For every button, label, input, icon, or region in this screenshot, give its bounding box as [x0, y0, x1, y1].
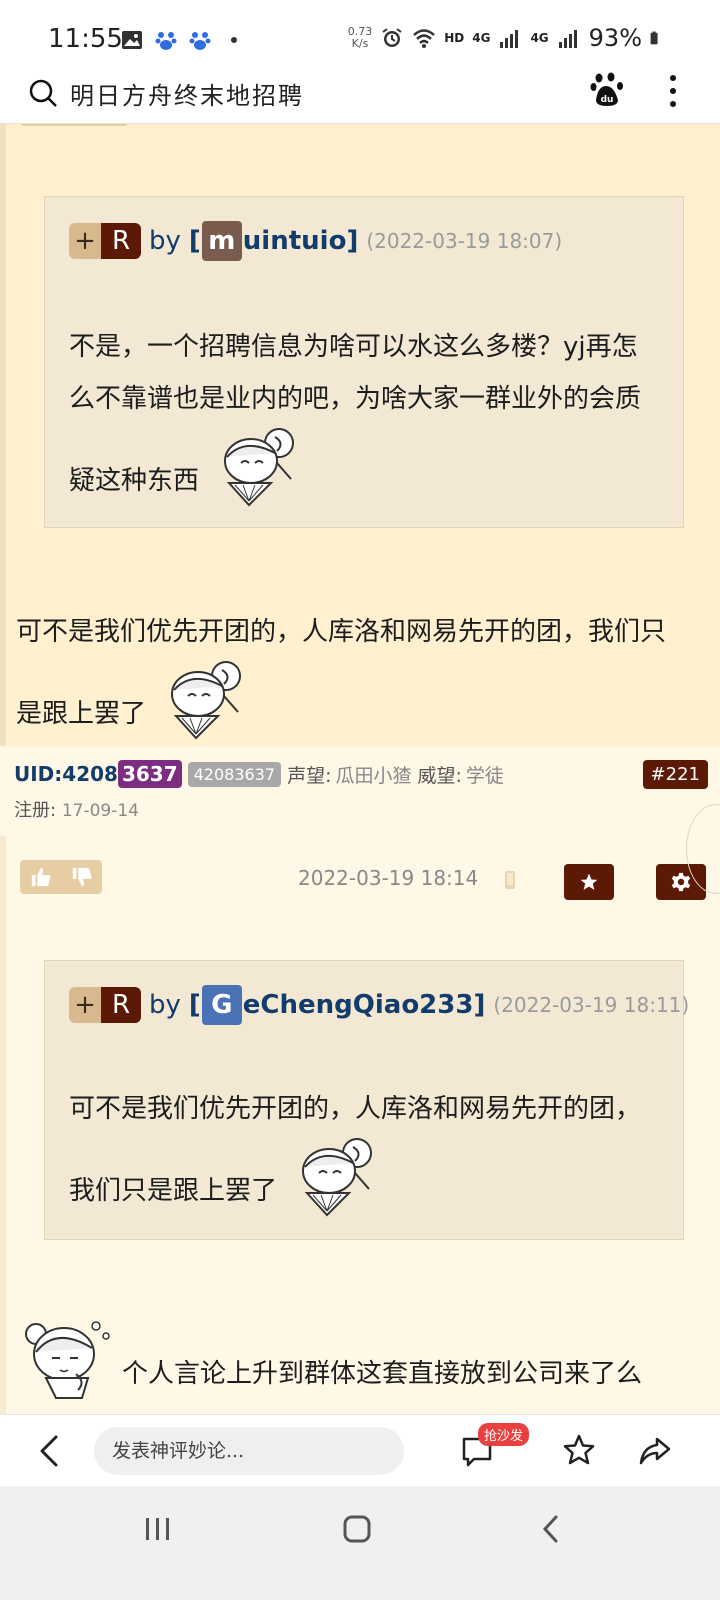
quote-text: 不是，一个招聘信息为啥可以水这么多楼？yj再怎 么不靠谱也是业内的吧，为啥大家一…	[69, 321, 641, 507]
star-icon	[580, 873, 598, 890]
post-date: 2022-03-19 18:14	[298, 866, 479, 890]
quote-r-button[interactable]: R	[101, 987, 141, 1023]
gear-icon	[671, 872, 691, 892]
prestige-value: 学徒	[465, 764, 504, 787]
post-221: 2022-03-19 18:14 + R by [ G eChengQiao23…	[0, 764, 720, 1444]
comment-bar: 发表神评妙论... 抢沙发	[0, 1414, 720, 1486]
mobile-device-icon	[505, 871, 515, 889]
search-header: 明日方舟终末地招聘 du	[0, 60, 720, 124]
battery-icon	[650, 31, 658, 45]
chibi-sticker-icon	[224, 428, 295, 507]
thumb-up-icon[interactable]	[30, 866, 52, 888]
back-arrow-icon[interactable]	[36, 1433, 64, 1469]
vote-box-partial[interactable]	[20, 124, 128, 126]
sofa-badge: 抢沙发	[478, 1423, 530, 1446]
status-time: 11:55	[48, 24, 123, 54]
dot-icon	[231, 37, 237, 43]
chibi-thinking-sticker-icon	[25, 1321, 110, 1399]
wifi-icon	[413, 29, 436, 48]
reputation-label: 声望:	[287, 764, 332, 787]
quote-date: (2022-03-19 18:11)	[493, 993, 690, 1017]
hd-label: HD	[444, 31, 465, 45]
quote-by-label: by	[149, 226, 181, 256]
quote-r-button[interactable]: R	[101, 223, 141, 259]
quote-date: (2022-03-19 18:07)	[366, 229, 563, 253]
previous-controls-partial	[6, 124, 720, 134]
thread-content[interactable]: + R by [ m uintuio ] (2022-03-19 18:07) …	[0, 124, 720, 1444]
quote-block: + R by [ m uintuio ] (2022-03-19 18:07) …	[44, 196, 684, 528]
uid-label[interactable]: UID:4208	[14, 762, 118, 786]
uid-line: UID:4208 3637 42083637 声望: 瓜田小猹 威望: 学徒	[14, 760, 504, 788]
quote-username[interactable]: [ m uintuio ]	[189, 221, 358, 261]
quote-plus-button[interactable]: +	[69, 987, 101, 1023]
quote-by-label: by	[149, 990, 181, 1020]
search-icon[interactable]	[28, 78, 58, 108]
favorite-button[interactable]	[564, 864, 614, 900]
uid-highlight[interactable]: 3637	[117, 760, 182, 788]
system-nav-bar	[0, 1486, 720, 1600]
search-query[interactable]: 明日方舟终末地招聘	[70, 76, 304, 111]
signal-icon	[558, 30, 577, 48]
user-meta-row: UID:4208 3637 42083637 声望: 瓜田小猹 威望: 学徒 #…	[0, 746, 720, 836]
quote-block: + R by [ G eChengQiao233 ] (2022-03-19 1…	[44, 960, 689, 1240]
recent-apps-icon[interactable]	[144, 1516, 172, 1542]
net-speed: 0.73 K/s	[347, 25, 373, 50]
star-icon[interactable]	[562, 1433, 596, 1467]
uid-badge: 42083637	[187, 761, 282, 787]
register-line: 注册: 17-09-14	[14, 800, 139, 821]
chibi-sticker-icon	[171, 661, 242, 740]
quote-text: 可不是我们优先开团的，人库洛和网易先开的团， 我们只是跟上罢了	[69, 1083, 641, 1217]
more-vertical-icon[interactable]	[668, 74, 678, 108]
post-220: + R by [ m uintuio ] (2022-03-19 18:07) …	[0, 124, 720, 764]
share-icon[interactable]	[638, 1433, 672, 1467]
comment-input[interactable]: 发表神评妙论...	[94, 1427, 404, 1475]
quote-plus-button[interactable]: +	[69, 223, 101, 259]
avatar: m	[201, 221, 242, 261]
status-right: 0.73 K/s HD 4G 4G 93%	[348, 24, 664, 52]
signal-icon	[500, 30, 519, 48]
svg-text:du: du	[601, 95, 614, 105]
gallery-icon	[122, 31, 142, 49]
floor-number-badge[interactable]: #221	[642, 760, 708, 789]
thumb-down-icon[interactable]	[71, 866, 93, 888]
network-label-1: 4G	[472, 31, 491, 45]
avatar: G	[201, 985, 242, 1025]
prestige-label: 威望:	[417, 764, 462, 787]
baidu-paw-icon	[155, 32, 177, 50]
baidu-paw-icon[interactable]: du	[590, 72, 624, 108]
quote-username[interactable]: [ G eChengQiao233 ]	[189, 985, 485, 1025]
network-label-2: 4G	[530, 31, 549, 45]
reputation-value: 瓜田小猹	[335, 764, 412, 787]
home-icon[interactable]	[342, 1514, 372, 1544]
post-body: 可不是我们优先开团的，人库洛和网易先开的团，我们只 是跟上罢了	[16, 606, 666, 740]
baidu-paw-icon	[189, 32, 211, 50]
post-body: 个人言论上升到群体这套直接放到公司来了么	[16, 1312, 642, 1400]
chibi-sticker-icon	[302, 1138, 373, 1217]
notification-icons	[120, 28, 246, 52]
battery-percent: 93%	[588, 24, 642, 52]
quote-header: + R by [ G eChengQiao233 ] (2022-03-19 1…	[69, 985, 689, 1025]
back-nav-icon[interactable]	[540, 1514, 562, 1544]
vote-box	[20, 860, 102, 894]
alarm-icon	[382, 28, 402, 47]
quote-header: + R by [ m uintuio ] (2022-03-19 18:07)	[69, 221, 562, 261]
